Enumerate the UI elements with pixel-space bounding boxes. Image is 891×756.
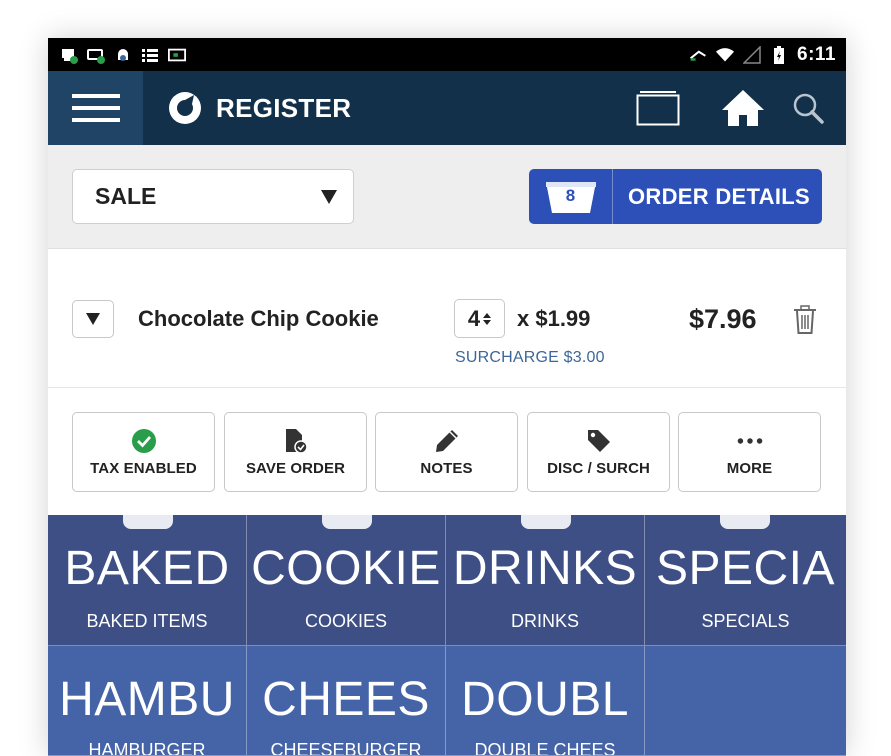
category-code: DRINKS xyxy=(452,542,638,595)
status-time: 6:11 xyxy=(797,43,836,65)
category-grid: BAKED BAKED ITEMS COOKIE COOKIES DRINKS … xyxy=(48,515,846,756)
category-tile-empty xyxy=(645,646,846,756)
page-title: REGISTER xyxy=(216,92,352,123)
quantity-stepper[interactable]: 4 xyxy=(454,299,505,338)
window-icon xyxy=(636,91,680,126)
sale-type-select[interactable]: SALE xyxy=(72,169,354,224)
surcharge-label: SURCHARGE $3.00 xyxy=(455,349,605,366)
order-line-item: Chocolate Chip Cookie 4 x $1.99 SURCHARG… xyxy=(48,249,846,388)
more-button[interactable]: MORE xyxy=(678,412,821,492)
more-label: MORE xyxy=(726,459,773,477)
category-tile-hamburger[interactable]: HAMBU HAMBURGER xyxy=(48,646,247,756)
delete-line-button[interactable] xyxy=(792,305,818,335)
data-sync-icon xyxy=(689,46,707,64)
order-details-label: ORDER DETAILS xyxy=(628,183,810,209)
order-count-badge: 8 xyxy=(529,169,613,224)
pencil-icon xyxy=(434,428,460,454)
sale-type-value: SALE xyxy=(95,183,157,209)
stepper-arrows-icon xyxy=(483,312,492,325)
category-name: DOUBLE CHEES xyxy=(474,740,616,756)
trash-icon xyxy=(794,305,816,334)
quantity-value: 4 xyxy=(467,305,481,331)
category-name: HAMBURGER xyxy=(88,740,206,756)
cash-drawer-button[interactable] xyxy=(636,90,680,126)
register-notification-icon xyxy=(60,46,78,64)
screen-cast-icon xyxy=(168,46,186,64)
category-name: BAKED ITEMS xyxy=(86,611,208,631)
notes-label: NOTES xyxy=(420,459,473,477)
category-tile-double-cheese[interactable]: DOUBL DOUBLE CHEES xyxy=(446,646,645,756)
wifi-icon xyxy=(716,46,735,64)
caret-down-icon xyxy=(86,313,100,325)
tax-enabled-label: TAX ENABLED xyxy=(90,459,197,477)
expand-line-button[interactable] xyxy=(72,300,114,338)
category-tile-cookies[interactable]: COOKIE COOKIES xyxy=(247,515,446,646)
disc-surch-label: DISC / SURCH xyxy=(547,459,650,477)
tile-tab xyxy=(521,515,571,529)
home-button[interactable] xyxy=(720,88,766,128)
chevron-down-icon xyxy=(321,189,337,204)
category-name: SPECIALS xyxy=(701,611,790,631)
order-details-button[interactable]: 8 ORDER DETAILS xyxy=(529,169,822,224)
tag-icon xyxy=(586,428,612,454)
save-document-icon xyxy=(283,428,309,454)
disc-surch-button[interactable]: DISC / SURCH xyxy=(527,412,670,492)
card-notification-icon xyxy=(87,46,105,64)
order-toolbar: SALE 8 ORDER DETAILS xyxy=(48,145,846,249)
header-actions xyxy=(636,71,846,145)
battery-charging-icon xyxy=(770,45,788,64)
tile-tab xyxy=(322,515,372,529)
category-name: DRINKS xyxy=(510,611,579,631)
category-code: DOUBL xyxy=(461,673,629,726)
status-bar: 6:11 xyxy=(48,38,846,71)
category-tile-specials[interactable]: SPECIA SPECIALS xyxy=(645,515,846,646)
status-notifications xyxy=(60,46,186,64)
notes-button[interactable]: NOTES xyxy=(375,412,518,492)
tile-tab xyxy=(123,515,173,529)
unit-price: x $1.99 xyxy=(517,306,591,331)
category-tile-baked[interactable]: BAKED BAKED ITEMS xyxy=(48,515,247,646)
tax-enabled-button[interactable]: TAX ENABLED xyxy=(72,412,215,492)
hamburger-menu-icon xyxy=(71,94,120,122)
category-code: CHEES xyxy=(262,673,430,726)
tile-tab xyxy=(720,515,770,529)
list-notification-icon xyxy=(141,46,159,64)
category-tile-drinks[interactable]: DRINKS DRINKS xyxy=(446,515,645,646)
save-order-label: SAVE ORDER xyxy=(245,459,346,477)
search-button[interactable] xyxy=(792,92,824,124)
home-icon xyxy=(722,90,764,126)
more-dots-icon xyxy=(737,428,763,454)
category-code: HAMBU xyxy=(59,673,235,726)
line-total: $7.96 xyxy=(689,304,757,334)
cell-signal-icon xyxy=(743,45,761,64)
category-name: COOKIES xyxy=(304,611,388,631)
brand: REGISTER xyxy=(168,91,351,125)
item-name: Chocolate Chip Cookie xyxy=(138,306,379,331)
device-screen: 6:11 REGISTER SALE 8 ORDER DETAILS Choco… xyxy=(48,38,846,756)
menu-button[interactable] xyxy=(48,71,143,145)
app-header: REGISTER xyxy=(48,71,846,145)
check-circle-icon xyxy=(131,428,157,454)
category-code: COOKIE xyxy=(251,542,441,595)
android-debug-icon xyxy=(114,46,132,64)
status-system: 6:11 xyxy=(689,44,836,66)
category-name: CHEESEBURGER xyxy=(270,740,422,756)
save-order-button[interactable]: SAVE ORDER xyxy=(224,412,367,492)
order-count: 8 xyxy=(565,186,576,205)
category-code: BAKED xyxy=(64,542,230,595)
category-code: SPECIA xyxy=(655,542,836,595)
clover-logo-icon xyxy=(169,92,201,124)
order-actions: TAX ENABLED SAVE ORDER NOTES DISC / SURC… xyxy=(48,388,846,517)
category-tile-cheeseburger[interactable]: CHEES CHEESEBURGER xyxy=(247,646,446,756)
search-icon xyxy=(793,93,824,124)
